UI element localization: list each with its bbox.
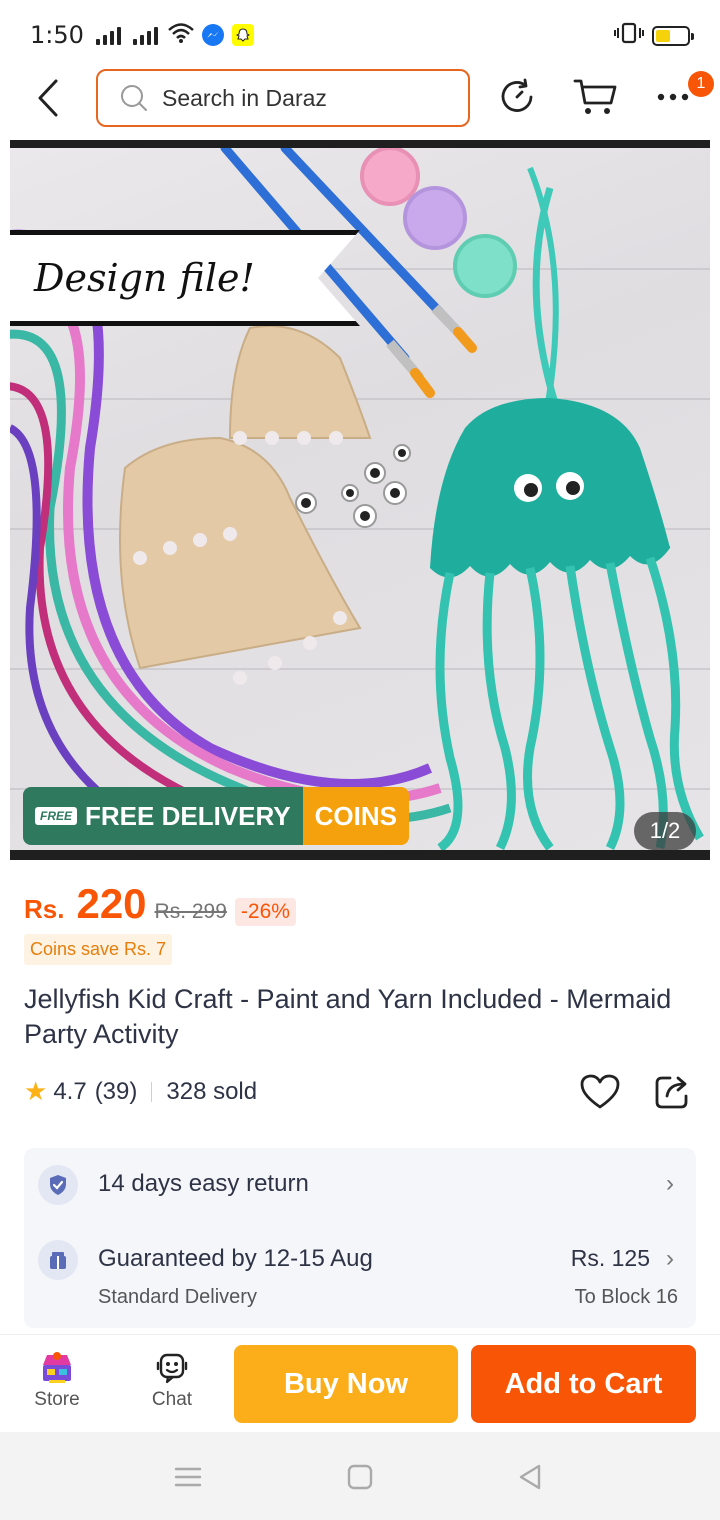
product-title: Jellyfish Kid Craft - Paint and Yarn Inc… bbox=[24, 984, 672, 1049]
store-button[interactable]: Store bbox=[12, 1351, 102, 1411]
delivery-fee: Rs. 125 bbox=[570, 1245, 650, 1271]
rating-row[interactable]: ★ 4.7 (39) 328 sold bbox=[24, 1076, 257, 1107]
wifi-icon bbox=[168, 22, 194, 49]
snapchat-icon bbox=[231, 24, 254, 46]
messenger-icon bbox=[201, 24, 224, 46]
system-nav-bar bbox=[0, 1432, 720, 1520]
delivery-row[interactable]: Guaranteed by 12-15 Aug Standard Deliver… bbox=[24, 1228, 696, 1328]
price-currency: Rs. bbox=[24, 894, 65, 924]
cart-button[interactable] bbox=[572, 74, 618, 120]
share-icon bbox=[655, 1076, 688, 1109]
free-delivery-label: FREE DELIVERY bbox=[85, 800, 291, 831]
chat-label: Chat bbox=[151, 1389, 193, 1410]
heart-icon bbox=[580, 1074, 620, 1109]
banner-text: Design file! bbox=[34, 256, 255, 300]
review-count: (39) bbox=[94, 1077, 138, 1105]
delivery-destination: To Block 16 bbox=[574, 1286, 678, 1308]
cart-icon bbox=[573, 79, 617, 114]
home-square-icon bbox=[347, 1464, 373, 1490]
bottom-action-bar: Store Chat Buy Now Add to Cart bbox=[0, 1334, 720, 1432]
menu-lines-icon bbox=[174, 1467, 202, 1487]
store-icon bbox=[43, 1352, 71, 1383]
chat-icon bbox=[156, 1353, 188, 1384]
buy-now-button[interactable]: Buy Now bbox=[234, 1345, 458, 1423]
sold-count: 328 sold bbox=[166, 1077, 258, 1105]
system-back-button[interactable] bbox=[510, 1460, 550, 1494]
status-bar: 1:50 bbox=[0, 0, 720, 70]
return-policy-row[interactable]: 14 days easy return › bbox=[24, 1148, 696, 1222]
signal-icon bbox=[95, 25, 121, 45]
more-dots-icon bbox=[657, 93, 689, 101]
divider bbox=[151, 1081, 153, 1102]
history-button[interactable] bbox=[494, 74, 540, 120]
product-photo: Design file! FREE FREE DELIVERY COINS 1/… bbox=[10, 148, 710, 850]
vibrate-icon bbox=[614, 22, 644, 49]
signal-icon-2 bbox=[132, 25, 158, 45]
top-nav-header: Search in Daraz 1 bbox=[0, 66, 720, 132]
shield-icon bbox=[38, 1165, 78, 1205]
chevron-right-icon: › bbox=[666, 1245, 674, 1272]
coins-label: COINS bbox=[314, 800, 397, 831]
home-button[interactable] bbox=[340, 1460, 380, 1494]
delivery-box-icon bbox=[38, 1240, 78, 1280]
price-row: Rs. 220 Rs. 299 -26% bbox=[24, 880, 296, 928]
share-button[interactable] bbox=[650, 1070, 694, 1114]
battery-icon bbox=[652, 25, 694, 46]
recent-apps-button[interactable] bbox=[168, 1460, 208, 1494]
back-button[interactable] bbox=[28, 76, 68, 120]
rating-value: 4.7 bbox=[53, 1077, 87, 1105]
status-time: 1:50 bbox=[30, 21, 84, 49]
services-card: 14 days easy return › Guaranteed by 12-1… bbox=[24, 1148, 696, 1328]
design-file-banner: Design file! bbox=[10, 230, 360, 326]
chat-button[interactable]: Chat bbox=[127, 1351, 217, 1411]
return-policy-text: 14 days easy return bbox=[98, 1170, 309, 1197]
delivery-guarantee-text: Guaranteed by 12-15 Aug bbox=[98, 1245, 373, 1272]
image-counter: 1/2 bbox=[634, 812, 696, 850]
free-truck-icon: FREE bbox=[35, 807, 78, 825]
discount-badge: -26% bbox=[234, 898, 296, 926]
back-triangle-icon bbox=[519, 1464, 541, 1490]
star-icon: ★ bbox=[24, 1076, 48, 1106]
search-icon bbox=[121, 85, 147, 111]
product-image-gallery[interactable]: Design file! FREE FREE DELIVERY COINS 1/… bbox=[10, 140, 710, 860]
coins-badge: COINS bbox=[302, 787, 409, 845]
history-icon bbox=[501, 78, 533, 112]
delivery-type-text: Standard Delivery bbox=[98, 1286, 257, 1308]
store-label: Store bbox=[34, 1389, 80, 1410]
notification-badge: 1 bbox=[688, 71, 714, 97]
original-price: Rs. 299 bbox=[154, 900, 227, 923]
chevron-right-icon: › bbox=[666, 1170, 674, 1197]
free-delivery-badge: FREE FREE DELIVERY COINS bbox=[23, 787, 409, 845]
search-input[interactable]: Search in Daraz bbox=[96, 69, 470, 127]
current-price: 220 bbox=[76, 880, 147, 927]
wishlist-button[interactable] bbox=[578, 1070, 622, 1114]
search-placeholder: Search in Daraz bbox=[162, 84, 327, 111]
coins-save-tag: Coins save Rs. 7 bbox=[24, 934, 173, 965]
chevron-left-icon bbox=[38, 79, 58, 117]
add-to-cart-button[interactable]: Add to Cart bbox=[471, 1345, 696, 1423]
